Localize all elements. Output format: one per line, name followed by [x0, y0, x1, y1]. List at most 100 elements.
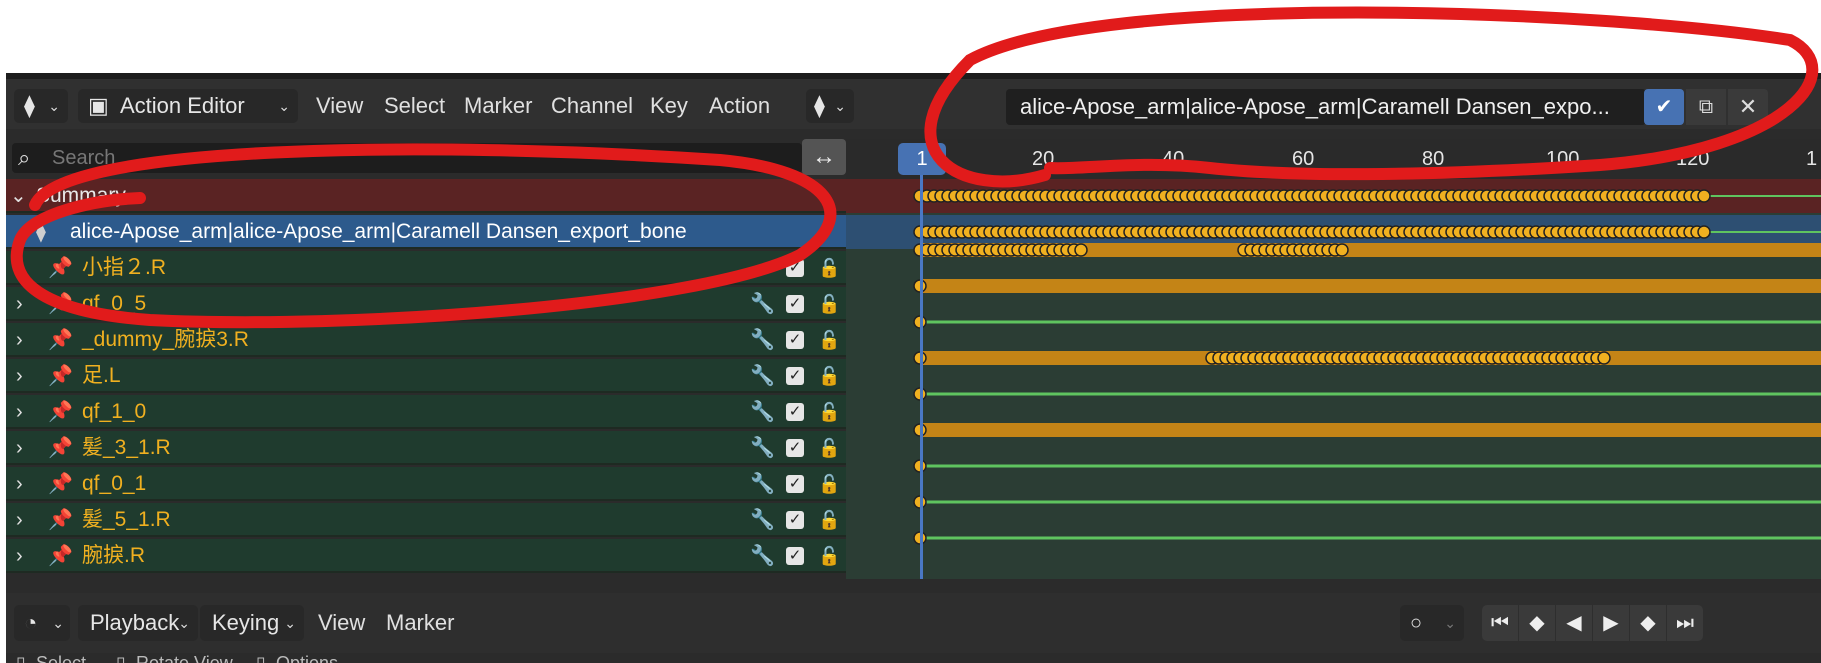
group-label: 小指２.R: [82, 256, 166, 279]
group-row[interactable]: › 📌 髪_3_1.R 🔧 ✓ 🔓: [6, 431, 846, 465]
wrench-icon[interactable]: 🔧: [750, 395, 775, 429]
timeline-menu-marker[interactable]: Marker: [386, 605, 454, 641]
pin-icon[interactable]: 📌: [48, 251, 73, 285]
chevron-down-icon[interactable]: ⌄: [18, 215, 35, 249]
menu-action[interactable]: Action: [709, 89, 770, 123]
wrench-icon[interactable]: 🔧: [750, 539, 775, 573]
playhead-line[interactable]: [920, 175, 923, 579]
play-reverse-icon[interactable]: ◀: [1556, 605, 1592, 641]
chevron-right-icon[interactable]: ›: [16, 359, 23, 393]
keyframe[interactable]: [1697, 225, 1711, 239]
keyframe[interactable]: [1697, 189, 1711, 203]
lock-icon[interactable]: 🔓: [818, 431, 840, 465]
channel-search-field[interactable]: ⌕ Search: [12, 143, 802, 173]
lock-icon[interactable]: 🔓: [818, 323, 840, 357]
lock-icon[interactable]: 🔓: [818, 359, 840, 393]
playback-label: Playback: [90, 610, 180, 635]
group-row[interactable]: › 📌 qf_1_0 🔧 ✓ 🔓: [6, 395, 846, 429]
mute-checkbox[interactable]: ✓: [786, 475, 804, 493]
group-row[interactable]: › 📌 qf_0_1 🔧 ✓ 🔓: [6, 467, 846, 501]
chevron-down-icon: ⌄: [48, 98, 60, 114]
keyframe[interactable]: [1074, 243, 1088, 257]
menu-view[interactable]: View: [316, 89, 363, 123]
timeline-editor-dropdown[interactable]: ◔ ⌄: [14, 605, 70, 641]
chevron-right-icon[interactable]: ›: [16, 287, 23, 321]
group-row[interactable]: › 📌 小指２.R ✓ 🔓: [6, 251, 846, 285]
action-browse-dropdown[interactable]: ⧫ ⌄: [806, 89, 854, 123]
object-row[interactable]: ⌄ ⧫ alice-Apose_arm|alice-Apose_arm|Cara…: [6, 215, 846, 249]
menu-channel[interactable]: Channel: [551, 89, 633, 123]
keying-menu[interactable]: Keying ⌄: [200, 605, 304, 641]
timeline-header: ◔ ⌄ Playback ⌄ Keying ⌄ View Marker ○ ⌄ …: [6, 593, 1821, 653]
prev-keyframe-icon[interactable]: ◆: [1519, 605, 1555, 641]
chevron-right-icon[interactable]: ›: [16, 251, 23, 285]
group-row[interactable]: › 📌 足.L 🔧 ✓ 🔓: [6, 359, 846, 393]
menu-select[interactable]: Select: [384, 89, 445, 123]
menu-key[interactable]: Key: [650, 89, 688, 123]
jump-end-icon[interactable]: ⏭: [1667, 605, 1703, 641]
editor-type-dropdown[interactable]: ⧫ ⌄: [14, 89, 68, 123]
timeline-menu-view[interactable]: View: [318, 605, 365, 641]
keyframe[interactable]: [1597, 351, 1611, 365]
wrench-icon[interactable]: 🔧: [750, 467, 775, 501]
lock-icon[interactable]: 🔓: [818, 395, 840, 429]
chevron-down-icon[interactable]: ⌄: [10, 179, 27, 213]
chevron-right-icon[interactable]: ›: [16, 431, 23, 465]
auto-keying-toggle[interactable]: ○ ⌄: [1400, 605, 1464, 641]
wrench-icon[interactable]: 🔧: [750, 359, 775, 393]
mute-checkbox[interactable]: ✓: [786, 403, 804, 421]
group-row[interactable]: › 📌 _dummy_腕捩3.R 🔧 ✓ 🔓: [6, 323, 846, 357]
playback-menu[interactable]: Playback ⌄: [78, 605, 198, 641]
pin-icon[interactable]: 📌: [48, 431, 73, 465]
chevron-right-icon[interactable]: ›: [16, 323, 23, 357]
mute-checkbox[interactable]: ✓: [786, 367, 804, 385]
lock-icon[interactable]: 🔓: [818, 467, 840, 501]
group-label: _dummy_腕捩3.R: [82, 328, 249, 351]
pin-icon[interactable]: 📌: [48, 323, 73, 357]
next-keyframe-icon[interactable]: ◆: [1630, 605, 1666, 641]
lock-icon[interactable]: 🔓: [818, 503, 840, 537]
chevron-right-icon[interactable]: ›: [16, 503, 23, 537]
fake-user-shield-icon[interactable]: ✔: [1644, 89, 1684, 125]
pin-icon[interactable]: 📌: [48, 359, 73, 393]
wrench-icon[interactable]: 🔧: [750, 503, 775, 537]
keyframe-canvas[interactable]: [846, 139, 1821, 579]
menu-marker[interactable]: Marker: [464, 89, 532, 123]
action-editor-icon: ▣: [88, 93, 109, 118]
pin-icon[interactable]: 📌: [48, 395, 73, 429]
dopesheet-timeline[interactable]: 1 20 40 60 80 100 120 1: [846, 139, 1821, 579]
chevron-right-icon[interactable]: ›: [16, 467, 23, 501]
duplicate-action-icon[interactable]: ⧉: [1686, 89, 1726, 125]
group-row[interactable]: › 📌 qf_0_5 🔧 ✓ 🔓: [6, 287, 846, 321]
pin-icon[interactable]: 📌: [48, 539, 73, 573]
wrench-icon[interactable]: 🔧: [750, 323, 775, 357]
lock-icon[interactable]: 🔓: [818, 287, 840, 321]
pin-icon[interactable]: 📌: [48, 503, 73, 537]
pin-icon[interactable]: 📌: [48, 467, 73, 501]
chevron-right-icon[interactable]: ›: [16, 395, 23, 429]
swap-horizontal-icon[interactable]: ↔: [802, 139, 846, 175]
lock-icon[interactable]: 🔓: [818, 539, 840, 573]
summary-row[interactable]: ⌄ Summary: [6, 179, 846, 213]
chevron-down-icon: ⌄: [278, 98, 290, 114]
play-icon[interactable]: ▶: [1593, 605, 1629, 641]
lock-icon[interactable]: 🔓: [818, 251, 840, 285]
jump-start-icon[interactable]: ⏮: [1482, 605, 1518, 641]
group-row[interactable]: › 📌 腕捩.R 🔧 ✓ 🔓: [6, 539, 846, 573]
keyframe[interactable]: [1335, 243, 1349, 257]
mute-checkbox[interactable]: ✓: [786, 511, 804, 529]
wrench-icon[interactable]: 🔧: [750, 431, 775, 465]
unlink-action-icon[interactable]: ✕: [1728, 89, 1768, 125]
pin-icon[interactable]: 📌: [48, 287, 73, 321]
mute-checkbox[interactable]: ✓: [786, 259, 804, 277]
group-row[interactable]: › 📌 髪_5_1.R 🔧 ✓ 🔓: [6, 503, 846, 537]
mute-checkbox[interactable]: ✓: [786, 547, 804, 565]
action-name-field[interactable]: alice-Apose_arm|alice-Apose_arm|Caramell…: [1006, 89, 1646, 125]
mute-checkbox[interactable]: ✓: [786, 439, 804, 457]
mode-dropdown[interactable]: ▣ Action Editor ⌄: [78, 89, 298, 123]
blender-window: ⧫ ⌄ ▣ Action Editor ⌄ View Select Marker…: [6, 73, 1821, 663]
wrench-icon[interactable]: 🔧: [750, 287, 775, 321]
mute-checkbox[interactable]: ✓: [786, 331, 804, 349]
mute-checkbox[interactable]: ✓: [786, 295, 804, 313]
chevron-right-icon[interactable]: ›: [16, 539, 23, 573]
